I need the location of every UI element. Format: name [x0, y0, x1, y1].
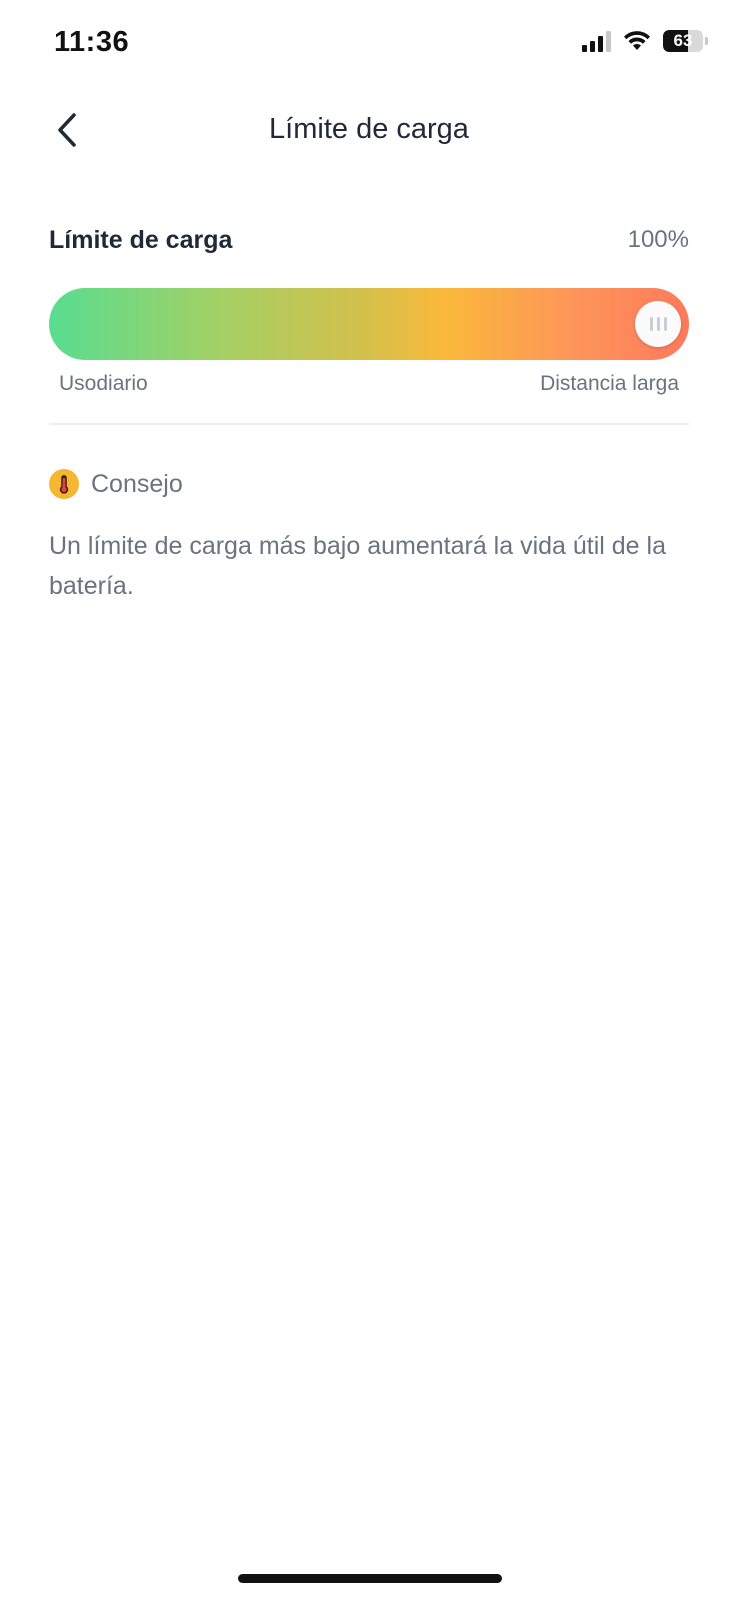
divider: [49, 423, 689, 425]
home-indicator[interactable]: [238, 1574, 502, 1583]
slider-scale-labels: Usodiario Distancia larga: [59, 372, 679, 396]
scale-max-label: Distancia larga: [540, 372, 679, 395]
slider-thumb[interactable]: [635, 301, 681, 347]
charge-limit-row: Límite de carga 100%: [49, 220, 689, 260]
tip-header: Consejo: [49, 469, 183, 499]
status-icons: 63: [582, 30, 708, 52]
charge-limit-slider[interactable]: [49, 288, 689, 360]
charge-limit-label: Límite de carga: [49, 225, 233, 254]
scale-min-label: Usodiario: [59, 372, 148, 395]
battery-tip: [705, 37, 708, 45]
status-bar: 11:36 63: [0, 0, 738, 90]
battery-icon: 63: [663, 30, 703, 52]
tip-title: Consejo: [91, 469, 183, 498]
page-title: Límite de carga: [269, 113, 469, 145]
charge-limit-value: 100%: [627, 226, 689, 253]
tip-text: Un límite de carga más bajo aumentará la…: [49, 532, 666, 600]
battery-level: 63: [673, 31, 693, 50]
thermometer-icon: [49, 469, 79, 499]
status-time: 11:36: [54, 26, 130, 58]
signal-icon: [582, 30, 611, 52]
wifi-icon: [624, 31, 650, 50]
header: Límite de carga: [0, 95, 738, 165]
